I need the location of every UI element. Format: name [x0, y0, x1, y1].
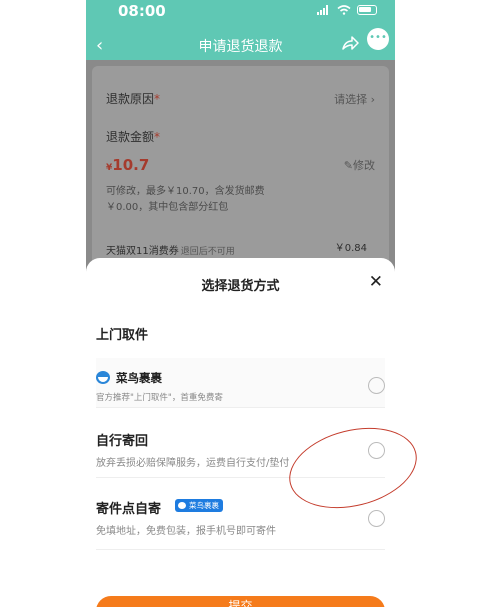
amount-note-line1: 可修改，最多￥10.70，含发货邮费: [106, 186, 265, 197]
amount-note-line2: ￥0.00，其中包含部分红包: [106, 202, 229, 213]
radio-button[interactable]: [368, 510, 385, 527]
radio-button[interactable]: [368, 377, 385, 394]
reason-select[interactable]: 请选择 ›: [334, 91, 375, 107]
sheet-title: 选择退货方式: [201, 279, 280, 294]
option-subtitle: 免填地址，免费包装，报手机号即可寄件: [96, 526, 276, 537]
option-subtitle: 放弃丢损必赔保障服务，运费自行支付/垫付: [96, 458, 290, 469]
cainiao-logo-icon: [96, 371, 110, 384]
section-title-pickup: 上门取件: [96, 328, 149, 343]
phone-screen: 08:00 ‹ 申请退货退款 ••• 退款原因* 请选择 › 退款金额* ¥10…: [86, 0, 395, 607]
close-button[interactable]: ✕: [369, 272, 383, 292]
amount-label: 退款金额*: [106, 130, 161, 144]
share-icon[interactable]: [341, 35, 359, 51]
more-icon[interactable]: •••: [367, 28, 389, 50]
option-cainiao-pickup[interactable]: 菜鸟裹裹 官方推荐"上门取件"，首重免费寄: [96, 358, 385, 408]
signal-icon: [317, 5, 331, 15]
status-icons: [317, 5, 377, 15]
option-subtitle: 官方推荐"上门取件"，首重免费寄: [96, 393, 223, 403]
submit-button[interactable]: 提交: [96, 596, 385, 607]
status-time: 08:00: [118, 2, 166, 20]
app-header: 08:00 ‹ 申请退货退款 •••: [86, 0, 395, 60]
reason-label: 退款原因*: [106, 92, 161, 106]
refund-amount: ¥10.7: [106, 156, 150, 174]
refund-form-card: 退款原因* 请选择 › 退款金额* ¥10.7 ✎修改 可修改，最多￥10.70…: [92, 66, 389, 266]
option-title: 寄件点自寄: [96, 502, 162, 517]
option-title: 菜鸟裹裹: [116, 371, 162, 385]
battery-icon: [357, 5, 377, 15]
cainiao-badge: 菜鸟裹裹: [175, 499, 223, 512]
coupon-value: ￥0.84: [334, 243, 367, 254]
edit-icon: ✎: [343, 159, 353, 172]
option-title: 自行寄回: [96, 434, 149, 449]
edit-amount-button[interactable]: ✎修改: [344, 157, 375, 173]
wifi-icon: [337, 5, 351, 15]
